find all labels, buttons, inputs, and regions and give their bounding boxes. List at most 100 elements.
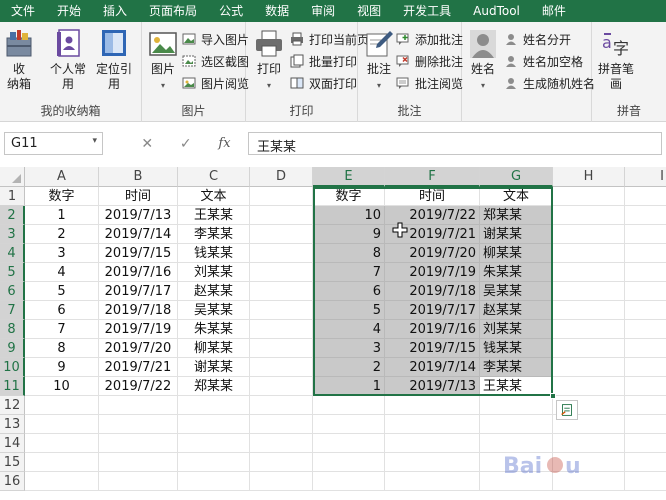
cell-e12[interactable] — [313, 396, 385, 415]
cell-a12[interactable] — [25, 396, 99, 415]
cell-e4[interactable]: 8 — [313, 244, 385, 263]
cell-c9[interactable]: 柳某某 — [178, 339, 250, 358]
cell-e16[interactable] — [313, 472, 385, 491]
locate-ref-button[interactable]: 定位引 用 — [96, 28, 132, 92]
cell-h2[interactable] — [553, 206, 625, 225]
cell-f9[interactable]: 2019/7/15 — [385, 339, 480, 358]
column-header-a[interactable]: A — [25, 167, 99, 187]
insert-function-icon[interactable]: fx — [218, 136, 230, 151]
cell-i4[interactable] — [625, 244, 666, 263]
cell-a9[interactable]: 8 — [25, 339, 99, 358]
cell-b6[interactable]: 2019/7/17 — [99, 282, 178, 301]
cell-e15[interactable] — [313, 453, 385, 472]
menu-tab-5[interactable]: 数据 — [254, 0, 300, 22]
cell-i14[interactable] — [625, 434, 666, 453]
row-header-14[interactable]: 14 — [0, 434, 25, 453]
cell-c15[interactable] — [178, 453, 250, 472]
cell-i10[interactable] — [625, 358, 666, 377]
menu-tab-9[interactable]: AudTool — [462, 0, 531, 22]
cell-b16[interactable] — [99, 472, 178, 491]
row-header-6[interactable]: 6 — [0, 282, 25, 301]
cell-h6[interactable] — [553, 282, 625, 301]
cell-d3[interactable] — [250, 225, 313, 244]
menu-tab-0[interactable]: 文件 — [0, 0, 46, 22]
cell-c4[interactable]: 钱某某 — [178, 244, 250, 263]
cell-f13[interactable] — [385, 415, 480, 434]
cell-d14[interactable] — [250, 434, 313, 453]
cell-d4[interactable] — [250, 244, 313, 263]
cell-f6[interactable]: 2019/7/18 — [385, 282, 480, 301]
row-header-3[interactable]: 3 — [0, 225, 25, 244]
menu-tab-8[interactable]: 开发工具 — [392, 0, 462, 22]
cell-g4[interactable]: 柳某某 — [480, 244, 553, 263]
region-screenshot-button[interactable]: 选区截图 — [182, 50, 249, 72]
cell-g13[interactable] — [480, 415, 553, 434]
cell-e1[interactable]: 数字 — [313, 187, 385, 206]
cell-g1[interactable]: 文本 — [480, 187, 553, 206]
cell-d2[interactable] — [250, 206, 313, 225]
cell-h3[interactable] — [553, 225, 625, 244]
menu-tab-4[interactable]: 公式 — [208, 0, 254, 22]
cell-h4[interactable] — [553, 244, 625, 263]
cell-e8[interactable]: 4 — [313, 320, 385, 339]
print-button[interactable]: 打印 ▾ — [254, 28, 284, 93]
cell-i8[interactable] — [625, 320, 666, 339]
menu-tab-10[interactable]: 邮件 — [531, 0, 577, 22]
cell-e13[interactable] — [313, 415, 385, 434]
row-header-7[interactable]: 7 — [0, 301, 25, 320]
cell-c5[interactable]: 刘某某 — [178, 263, 250, 282]
cell-a5[interactable]: 4 — [25, 263, 99, 282]
cell-b14[interactable] — [99, 434, 178, 453]
cell-c14[interactable] — [178, 434, 250, 453]
cell-c12[interactable] — [178, 396, 250, 415]
menu-tab-3[interactable]: 页面布局 — [138, 0, 208, 22]
cell-c6[interactable]: 赵某某 — [178, 282, 250, 301]
cell-g3[interactable]: 谢某某 — [480, 225, 553, 244]
cell-b7[interactable]: 2019/7/18 — [99, 301, 178, 320]
cell-g8[interactable]: 刘某某 — [480, 320, 553, 339]
cell-i9[interactable] — [625, 339, 666, 358]
column-header-h[interactable]: H — [553, 167, 625, 187]
select-all-corner[interactable] — [0, 167, 25, 187]
cell-b11[interactable]: 2019/7/22 — [99, 377, 178, 396]
column-header-e[interactable]: E — [313, 167, 385, 187]
cell-a16[interactable] — [25, 472, 99, 491]
cell-e6[interactable]: 6 — [313, 282, 385, 301]
cell-i12[interactable] — [625, 396, 666, 415]
cell-c1[interactable]: 文本 — [178, 187, 250, 206]
cell-g9[interactable]: 钱某某 — [480, 339, 553, 358]
cell-f4[interactable]: 2019/7/20 — [385, 244, 480, 263]
cell-h9[interactable] — [553, 339, 625, 358]
cell-h7[interactable] — [553, 301, 625, 320]
cell-a3[interactable]: 2 — [25, 225, 99, 244]
cell-h11[interactable] — [553, 377, 625, 396]
cell-d7[interactable] — [250, 301, 313, 320]
cell-c11[interactable]: 郑某某 — [178, 377, 250, 396]
cell-a2[interactable]: 1 — [25, 206, 99, 225]
menu-tab-2[interactable]: 插入 — [92, 0, 138, 22]
cell-a15[interactable] — [25, 453, 99, 472]
menu-tab-7[interactable]: 视图 — [346, 0, 392, 22]
row-header-8[interactable]: 8 — [0, 320, 25, 339]
cell-h10[interactable] — [553, 358, 625, 377]
personal-use-button[interactable]: 个人常 用 — [50, 28, 86, 92]
cell-d16[interactable] — [250, 472, 313, 491]
cell-d11[interactable] — [250, 377, 313, 396]
delete-comment-button[interactable]: 删除批注 — [396, 50, 463, 72]
cell-i5[interactable] — [625, 263, 666, 282]
fill-handle[interactable] — [550, 393, 556, 399]
cell-f8[interactable]: 2019/7/16 — [385, 320, 480, 339]
picture-button[interactable]: 图片 ▾ — [148, 28, 178, 93]
name-button[interactable]: 姓名 ▾ — [468, 28, 498, 93]
row-header-9[interactable]: 9 — [0, 339, 25, 358]
cell-b10[interactable]: 2019/7/21 — [99, 358, 178, 377]
cell-g7[interactable]: 赵某某 — [480, 301, 553, 320]
cell-g12[interactable] — [480, 396, 553, 415]
comment-preview-button[interactable]: 批注阅览 — [396, 72, 463, 94]
cell-e7[interactable]: 5 — [313, 301, 385, 320]
row-header-12[interactable]: 12 — [0, 396, 25, 415]
cell-f10[interactable]: 2019/7/14 — [385, 358, 480, 377]
cell-b3[interactable]: 2019/7/14 — [99, 225, 178, 244]
comment-button[interactable]: 批注 ▾ — [364, 28, 394, 93]
cell-e2[interactable]: 10 — [313, 206, 385, 225]
